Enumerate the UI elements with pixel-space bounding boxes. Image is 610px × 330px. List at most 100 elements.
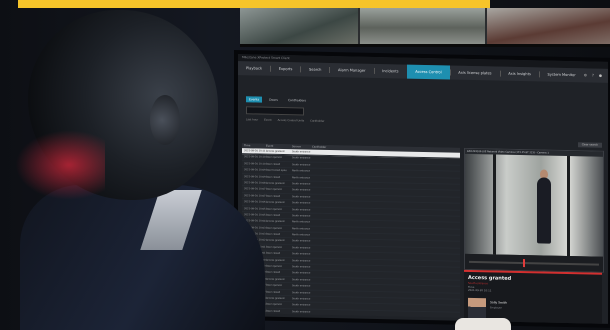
cardholder-photo (468, 297, 486, 321)
subtab-doors[interactable]: Doors (266, 97, 281, 103)
timeline-marker[interactable] (523, 259, 525, 268)
filter-chip[interactable]: Event (264, 119, 271, 122)
coffee-mug (455, 318, 511, 330)
tab-axis-insights[interactable]: Axis Insights (500, 67, 539, 82)
cell-event: Door closed (266, 162, 281, 166)
shirt-collar (140, 190, 202, 250)
tab-alarm-manager[interactable]: Alarm Manager (330, 63, 373, 78)
subtab-events[interactable]: Events (246, 96, 263, 103)
cell-card (312, 169, 352, 175)
cell-time: 2021-09-20 09:54 (244, 315, 266, 318)
cell-time: 2021-09-20 10:07 (244, 193, 266, 198)
tab-system-monitor[interactable]: System Monitor (540, 67, 584, 82)
cell-event: Door opened (266, 264, 282, 269)
user-icon[interactable]: ● (599, 74, 602, 78)
cell-time: 2021-09-20 10:05 (244, 213, 266, 217)
cell-event: Access granted (266, 239, 285, 243)
cell-card (312, 309, 352, 315)
access-panel: Access granted South entrance Time 2021-… (464, 269, 602, 324)
timeline-track[interactable] (469, 260, 599, 266)
cell-event: Door opened (266, 283, 282, 288)
cell-time: 2021-09-20 10:01 (244, 245, 266, 249)
access-control-workspace: Events Doors Cardholders Last hour Event Acc… (238, 75, 608, 324)
cell-door: South entrance (292, 303, 311, 307)
person-ear (150, 95, 180, 145)
background-camera-monitor (240, 8, 610, 47)
cell-card (312, 233, 352, 239)
door-frame (493, 154, 496, 255)
cell-card (312, 207, 352, 213)
cell-time: 2021-09-20 09:55 (244, 302, 266, 307)
cell-card (312, 150, 352, 156)
tab-exports[interactable]: Exports (271, 62, 301, 77)
cell-time: 2021-09-20 10:03 (244, 225, 266, 230)
cell-door: South entrance (292, 162, 311, 167)
cell-card (312, 297, 352, 303)
cell-card (312, 265, 352, 271)
cell-door: South entrance (292, 278, 311, 282)
cell-time: 2021-09-20 10:11 (244, 149, 266, 153)
cell-door: South entrance (292, 246, 311, 250)
door-frame (567, 155, 570, 257)
cell-time: 2021-09-20 10:04 (244, 219, 266, 223)
filter-chip[interactable]: Last hour (246, 118, 258, 121)
cell-time: 2021-09-20 10:09 (244, 168, 266, 172)
monitor: Milestone XProtect Smart Client Playback… (234, 50, 610, 328)
video-frame (465, 153, 603, 257)
cell-door: South entrance (292, 239, 311, 244)
cell-door: South entrance (292, 258, 311, 263)
cell-time: 2021-09-20 09:57 (244, 283, 266, 287)
events-list: Time Event Source Cardholder 2021-09-20 … (242, 143, 460, 318)
cell-door: South entrance (292, 252, 311, 256)
cell-card (312, 239, 352, 245)
walking-person (537, 177, 551, 244)
tab-search[interactable]: Search (301, 62, 329, 77)
video-preview[interactable]: AXIS M3106 LVE Network Video Camera (172… (464, 147, 604, 273)
filter-chip[interactable]: Cardholder (310, 120, 324, 123)
video-timeline[interactable] (465, 253, 603, 272)
photo-scene: Milestone XProtect Smart Client Playback… (0, 0, 610, 330)
cell-time: 2021-09-20 10:00 (244, 257, 266, 262)
cell-card (312, 226, 352, 232)
cell-card (312, 214, 352, 220)
cell-event: Access granted (266, 315, 285, 318)
person-head-silhouette (28, 10, 218, 200)
filter-chip[interactable]: Access Control Units (278, 119, 305, 123)
cell-card (312, 156, 352, 162)
search-input[interactable] (246, 106, 304, 116)
cell-card (312, 316, 352, 318)
cell-time: 2021-09-20 10:07 (244, 187, 266, 192)
cell-card (312, 258, 352, 264)
camera-feed-2 (360, 8, 485, 44)
cell-time: 2021-09-20 10:09 (244, 174, 266, 179)
cell-card (312, 162, 352, 168)
subtab-cardholders[interactable]: Cardholders (285, 97, 309, 104)
tab-playback[interactable]: Playback (238, 61, 270, 76)
cell-event: Access granted (266, 277, 285, 281)
cell-event: Door opened (266, 226, 282, 230)
cell-event: Access granted (266, 258, 285, 262)
cell-time: 2021-09-20 09:59 (244, 270, 266, 275)
cell-event: Door forced open (266, 168, 287, 173)
cell-event: Door opened (266, 245, 282, 249)
cell-door: South entrance (292, 207, 311, 212)
tab-incidents[interactable]: Incidents (374, 64, 406, 79)
cell-event: Access granted (266, 296, 285, 301)
cell-door: North entrance (292, 226, 311, 231)
clear-search-button[interactable]: Clear search (577, 142, 602, 148)
tab-axis-license-plates[interactable]: Axis license plates (450, 66, 499, 81)
settings-icon[interactable]: ⚙ (584, 73, 587, 77)
cell-card (312, 303, 352, 309)
cell-event: Access granted (266, 149, 285, 154)
cardholder-name: Sally Smith (490, 300, 507, 305)
cell-card (312, 175, 352, 181)
tab-access-control[interactable]: Access Control (407, 64, 450, 80)
cell-door: South entrance (292, 201, 311, 205)
cell-door: South entrance (292, 156, 311, 160)
cell-card (312, 220, 352, 226)
cell-time: 2021-09-20 10:10 (244, 161, 266, 166)
help-icon[interactable]: ? (592, 73, 594, 77)
cell-time: 2021-09-20 10:10 (244, 155, 266, 160)
cell-door: South entrance (292, 188, 311, 192)
cell-door: South entrance (292, 297, 311, 301)
